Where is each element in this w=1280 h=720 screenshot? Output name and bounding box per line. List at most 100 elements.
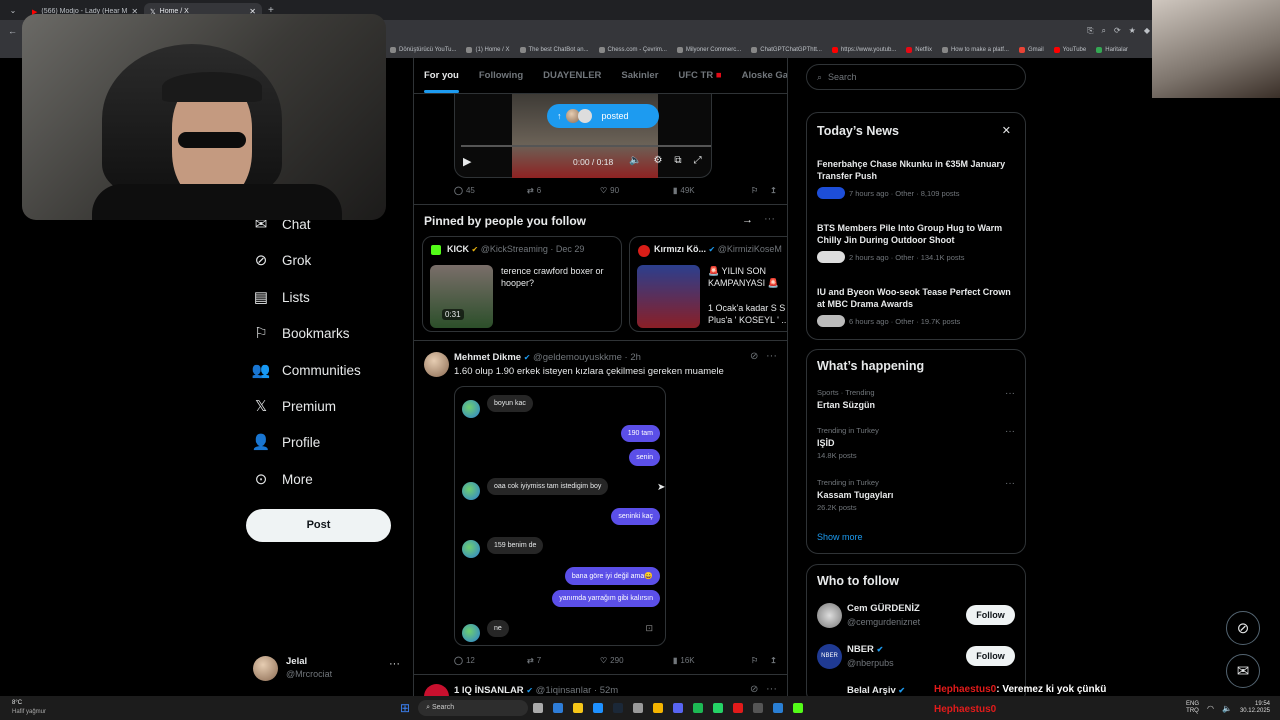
star-icon[interactable]: ★ [1129,26,1136,36]
views-button[interactable]: ▮ 49K [673,186,751,195]
sidebar-item-communities[interactable]: 👥 Communities [252,361,361,379]
bookmark-item[interactable]: Haritalar [1096,47,1128,53]
task-view-icon[interactable] [533,703,544,713]
file-explorer-icon[interactable] [573,703,584,713]
arrow-right-icon[interactable]: → [742,214,753,226]
sidebar-item-premium[interactable]: 𝕏 Premium [252,397,336,415]
more-icon[interactable]: ··· [1005,478,1015,489]
share-button[interactable]: ↥ [770,186,777,195]
cast-icon[interactable]: ⟳ [1114,26,1121,36]
app-icon[interactable] [733,703,744,713]
tab-following[interactable]: Following [469,70,533,81]
back-icon[interactable]: ← [8,26,17,36]
reply-button[interactable]: ◯ 45 [454,186,527,195]
bookmark-item[interactable]: Chess.com - Çevrim... [598,47,667,53]
app-icon[interactable] [793,703,804,713]
news-item[interactable]: Fenerbahçe Chase Nkunku in €35M January … [817,158,1017,199]
more-icon[interactable]: ··· [1005,426,1015,437]
close-icon[interactable]: ✕ [1002,124,1011,137]
pip-icon[interactable]: ⧉ [674,155,681,166]
bookmark-item[interactable]: (1) Home / X [466,47,510,53]
app-icon[interactable] [553,703,564,713]
messages-fab-icon[interactable]: ✉ [1226,654,1260,688]
play-icon[interactable]: ▶ [463,155,471,168]
more-icon[interactable]: ··· [766,683,777,695]
repost-button[interactable]: ⇄ 7 [527,656,600,665]
sidebar-item-profile[interactable]: 👤 Profile [252,433,321,451]
more-icon[interactable]: ··· [1005,388,1015,399]
app-icon[interactable] [633,703,644,713]
sidebar-item-lists[interactable]: ▤ Lists [252,288,310,306]
tab-duayenler[interactable]: DUAYENLER [533,70,611,81]
bookmark-item[interactable]: https://www.youtub... [831,47,896,53]
bookmark-item[interactable]: Netflix [906,47,932,53]
views-button[interactable]: ▮ 16K [673,656,751,665]
grok-fab-icon[interactable]: ⊘ [1226,611,1260,645]
tab-menu-icon[interactable]: ⌄ [0,6,26,15]
windows-start-icon[interactable]: ⊞ [400,701,410,715]
sidebar-item-grok[interactable]: ⊘ Grok [252,251,312,269]
like-button[interactable]: ♡ 290 [600,656,673,665]
trend-item[interactable]: Sports · Trending Ertan Süzgün [817,388,1017,411]
app-icon[interactable] [593,703,604,713]
discord-icon[interactable] [673,703,684,713]
zoom-icon[interactable]: ⌕ [1101,26,1105,36]
more-icon[interactable]: ··· [766,350,777,362]
language-indicator[interactable]: ENG TRQ [1186,701,1199,715]
tab-aloske-gang[interactable]: Aloske Gang [732,70,787,81]
bookmark-button[interactable]: ⚐ [751,186,758,195]
video-progress-track[interactable] [461,145,711,147]
follow-name[interactable]: NBER [847,644,874,655]
video-player[interactable]: ↑ posted ▶ 0:00 / 0:18 🔈 ⚙ ⧉ ⤢ [454,94,712,178]
wifi-icon[interactable]: ◠ [1207,704,1214,713]
repost-button[interactable]: ⇄ 6 [527,186,600,195]
news-item[interactable]: BTS Members Pile Into Group Hug to Warm … [817,222,1017,263]
post-image-chat-screenshot[interactable]: boyun kac 190 tam senin oaa cok iyiymiss… [454,386,666,646]
like-button[interactable]: ♡ 90 [600,186,673,195]
taskbar-search[interactable]: ⌕ Search [418,700,529,716]
bookmark-item[interactable]: Dönüştürücü YouTu... [390,47,456,53]
bookmark-item[interactable]: Milyoner Commerc... [676,47,741,53]
whatsapp-icon[interactable] [713,703,724,713]
bookmark-item[interactable]: YouTube [1053,47,1086,53]
grok-icon[interactable]: ⊘ [750,351,758,362]
sidebar-item-more[interactable]: ⊙ More [252,470,313,488]
settings-icon[interactable]: ⚙ [653,155,662,166]
avatar[interactable] [817,603,842,628]
search-input[interactable]: ⌕ Search [806,64,1026,90]
show-more-link[interactable]: Show more [817,532,863,542]
sidebar-item-bookmarks[interactable]: ⚐ Bookmarks [252,324,349,342]
trend-item[interactable]: Trending in Turkey IŞİD 14.8K posts [817,426,1017,460]
chrome-icon[interactable] [653,703,664,713]
grok-icon[interactable]: ⊘ [750,684,758,695]
post-button[interactable]: Post [246,509,391,542]
translate-icon[interactable]: ⎘ [1087,26,1093,36]
account-more-icon[interactable]: ··· [389,658,400,670]
volume-icon[interactable]: 🔈 [1222,704,1232,713]
weather-widget[interactable]: 8°C Hafif yağmur [0,699,60,717]
app-icon[interactable] [773,703,784,713]
avatar[interactable] [424,352,449,377]
follow-button[interactable]: Follow [966,646,1015,666]
bookmark-item[interactable]: How to make a platf... [941,47,1009,53]
more-icon[interactable]: ··· [764,213,775,225]
spotify-icon[interactable] [693,703,704,713]
pinned-card-kick[interactable]: KICK ✔ @KickStreaming · Dec 29 0:31 tere… [422,236,622,332]
tab-for-you[interactable]: For you [414,70,469,93]
nber-logo[interactable]: NBER [817,644,842,669]
extension-icon[interactable]: ◆ [1144,26,1150,36]
reply-button[interactable]: ◯ 12 [454,656,527,665]
tab-ufc-tr[interactable]: UFC TR ■ [668,70,731,81]
news-item[interactable]: IU and Byeon Woo-seok Tease Perfect Crow… [817,286,1017,327]
bookmark-item[interactable]: ChatGPTChatGPThtt... [751,47,822,53]
pinned-card-kirmizi[interactable]: Kırmızı Kö... ✔ @KirmiziKoseM 🚨 YILIN SO… [629,236,787,332]
bookmark-item[interactable]: The best ChatBot an... [519,47,589,53]
share-button[interactable]: ↥ [770,656,777,665]
follow-name[interactable]: Belal Arşiv [847,685,896,696]
fullscreen-icon[interactable]: ⤢ [694,155,702,166]
trend-item[interactable]: Trending in Turkey Kassam Tugayları 26.2… [817,478,1017,512]
bookmark-item[interactable]: Gmail [1018,47,1044,53]
follow-button[interactable]: Follow [966,605,1015,625]
account-switcher[interactable]: Jelal @Mrcrociat ··· [253,654,403,684]
tab-sakinler[interactable]: Sakinler [611,70,668,81]
